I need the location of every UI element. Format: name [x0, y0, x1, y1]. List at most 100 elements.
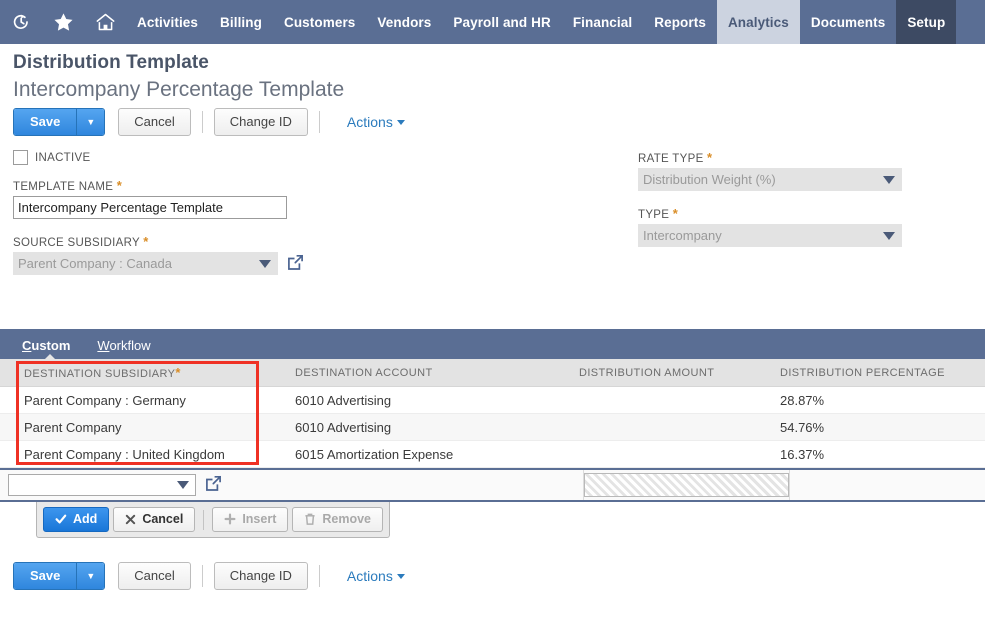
tab-workflow-label: orkflow: [109, 338, 151, 353]
column-header-label: DESTINATION SUBSIDIARY: [24, 368, 176, 380]
entry-destination-subsidiary-open-icon[interactable]: [205, 475, 222, 495]
required-asterisk: *: [143, 234, 149, 249]
cell-destination-account[interactable]: 6015 Amortization Expense: [265, 440, 575, 468]
actions-menu[interactable]: Actions: [347, 114, 405, 130]
page-title: Distribution Template: [13, 52, 209, 73]
inactive-label: INACTIVE: [35, 151, 91, 164]
save-button-bottom[interactable]: Save: [14, 563, 78, 589]
nav-item-financial[interactable]: Financial: [562, 0, 643, 44]
recent-history-icon[interactable]: [0, 0, 42, 44]
change-id-button-bottom[interactable]: Change ID: [213, 562, 308, 590]
cell-distribution-percentage[interactable]: 16.37%: [780, 440, 985, 468]
column-header-distribution-percentage[interactable]: DISTRIBUTION PERCENTAGE: [780, 359, 985, 387]
column-header-label: DISTRIBUTION PERCENTAGE: [780, 366, 945, 379]
tab-workflow[interactable]: Workflow: [97, 338, 163, 359]
change-id-button[interactable]: Change ID: [213, 108, 308, 136]
nav-item-documents[interactable]: Documents: [800, 0, 896, 44]
sublist-cancel-button-label: Cancel: [142, 512, 184, 526]
sublist-action-buttons: Add Cancel Insert Remove: [36, 502, 390, 538]
nav-item-setup[interactable]: Setup: [896, 0, 957, 44]
insert-button-label: Insert: [242, 512, 277, 526]
table-row[interactable]: Parent Company 6010 Advertising 54.76%: [0, 413, 985, 441]
toolbar-divider: [318, 565, 320, 587]
inactive-checkbox-row[interactable]: INACTIVE: [13, 150, 343, 165]
chevron-down-icon: [883, 175, 895, 184]
chevron-down-icon: [396, 573, 405, 579]
nav-item-payroll-and-hr[interactable]: Payroll and HR: [442, 0, 561, 44]
nav-item-billing[interactable]: Billing: [209, 0, 273, 44]
source-subsidiary-select[interactable]: Parent Company : Canada: [13, 252, 278, 275]
column-header-distribution-amount[interactable]: DISTRIBUTION AMOUNT: [575, 359, 780, 387]
source-subsidiary-open-icon[interactable]: [287, 254, 304, 274]
source-subsidiary-label: SOURCE SUBSIDIARY *: [13, 234, 343, 249]
remove-button-label: Remove: [322, 512, 371, 526]
table-row[interactable]: Parent Company : Germany 6010 Advertisin…: [0, 386, 985, 414]
table-body: Parent Company : Germany 6010 Advertisin…: [0, 386, 985, 468]
x-icon: [126, 514, 136, 524]
entry-distribution-amount-disabled-field: [584, 473, 789, 497]
chevron-down-icon: [396, 119, 405, 125]
column-header-destination-account[interactable]: DESTINATION ACCOUNT: [265, 359, 575, 387]
actions-menu-bottom[interactable]: Actions: [347, 568, 405, 584]
column-header-label: DISTRIBUTION AMOUNT: [579, 366, 715, 379]
sublist-section: Custom Workflow DESTINATION SUBSIDIARY* …: [0, 329, 985, 538]
save-button-group[interactable]: Save ▼: [13, 108, 106, 136]
cell-distribution-amount[interactable]: [575, 440, 780, 468]
cell-distribution-amount[interactable]: [575, 413, 780, 441]
entry-destination-account-cell[interactable]: [273, 470, 584, 500]
rate-type-select[interactable]: Distribution Weight (%): [638, 168, 902, 191]
nav-item-analytics[interactable]: Analytics: [716, 0, 800, 44]
cell-destination-subsidiary[interactable]: Parent Company : Germany: [0, 386, 265, 414]
cell-destination-subsidiary[interactable]: Parent Company : United Kingdom: [0, 440, 265, 468]
remove-button[interactable]: Remove: [292, 507, 383, 532]
save-dropdown-arrow-icon-bottom[interactable]: ▼: [77, 563, 105, 589]
top-navigation-bar: Activities Billing Customers Vendors Pay…: [0, 0, 985, 44]
type-value: Intercompany: [643, 228, 722, 243]
required-asterisk: *: [116, 178, 123, 193]
nav-item-customers[interactable]: Customers: [273, 0, 366, 44]
cell-distribution-percentage[interactable]: 54.76%: [780, 413, 985, 441]
save-button[interactable]: Save: [14, 109, 78, 135]
toolbar-divider: [318, 111, 320, 133]
cancel-button-bottom[interactable]: Cancel: [118, 562, 191, 590]
cell-distribution-percentage[interactable]: 28.87%: [780, 386, 985, 414]
column-header-destination-subsidiary[interactable]: DESTINATION SUBSIDIARY*: [0, 359, 265, 387]
actions-menu-label-bottom: Actions: [346, 568, 393, 584]
template-name-label: TEMPLATE NAME *: [13, 178, 343, 193]
required-asterisk: *: [175, 365, 181, 380]
rate-type-label: RATE TYPE *: [638, 150, 938, 165]
record-form: INACTIVE TEMPLATE NAME * SOURCE SUBSIDIA…: [0, 136, 985, 310]
top-button-bar: Save ▼ Cancel Change ID Actions: [0, 108, 985, 136]
required-asterisk: *: [672, 206, 679, 221]
add-button[interactable]: Add: [43, 507, 110, 532]
entry-destination-subsidiary-select[interactable]: [8, 474, 196, 496]
table-row[interactable]: Parent Company : United Kingdom 6015 Amo…: [0, 440, 985, 468]
nav-item-activities[interactable]: Activities: [126, 0, 209, 44]
type-select[interactable]: Intercompany: [638, 224, 902, 247]
entry-distribution-percentage-cell[interactable]: [790, 470, 985, 500]
inactive-checkbox[interactable]: [13, 150, 28, 165]
rate-type-label-text: RATE TYPE: [638, 153, 704, 165]
toolbar-divider: [201, 565, 203, 587]
entry-destination-subsidiary-cell: [0, 470, 273, 500]
save-dropdown-arrow-icon[interactable]: ▼: [77, 109, 105, 135]
favorites-star-icon[interactable]: [42, 0, 84, 44]
entry-distribution-amount-cell: [584, 470, 790, 500]
cell-destination-subsidiary[interactable]: Parent Company: [0, 413, 265, 441]
template-name-input[interactable]: [13, 196, 287, 219]
sublist-cancel-button[interactable]: Cancel: [113, 507, 196, 532]
tab-custom[interactable]: Custom: [22, 338, 83, 360]
chevron-down-icon: [259, 259, 271, 268]
save-button-group-bottom[interactable]: Save ▼: [13, 562, 106, 590]
cell-distribution-amount[interactable]: [575, 386, 780, 414]
nav-item-reports[interactable]: Reports: [643, 0, 717, 44]
source-subsidiary-row: Parent Company : Canada: [13, 252, 343, 275]
nav-item-vendors[interactable]: Vendors: [366, 0, 442, 44]
cell-destination-account[interactable]: 6010 Advertising: [265, 413, 575, 441]
home-icon[interactable]: [84, 0, 126, 44]
plus-icon: [224, 513, 236, 525]
sublist-actions-divider: [203, 509, 205, 530]
cancel-button[interactable]: Cancel: [118, 108, 191, 136]
insert-button[interactable]: Insert: [212, 507, 289, 532]
cell-destination-account[interactable]: 6010 Advertising: [265, 386, 575, 414]
